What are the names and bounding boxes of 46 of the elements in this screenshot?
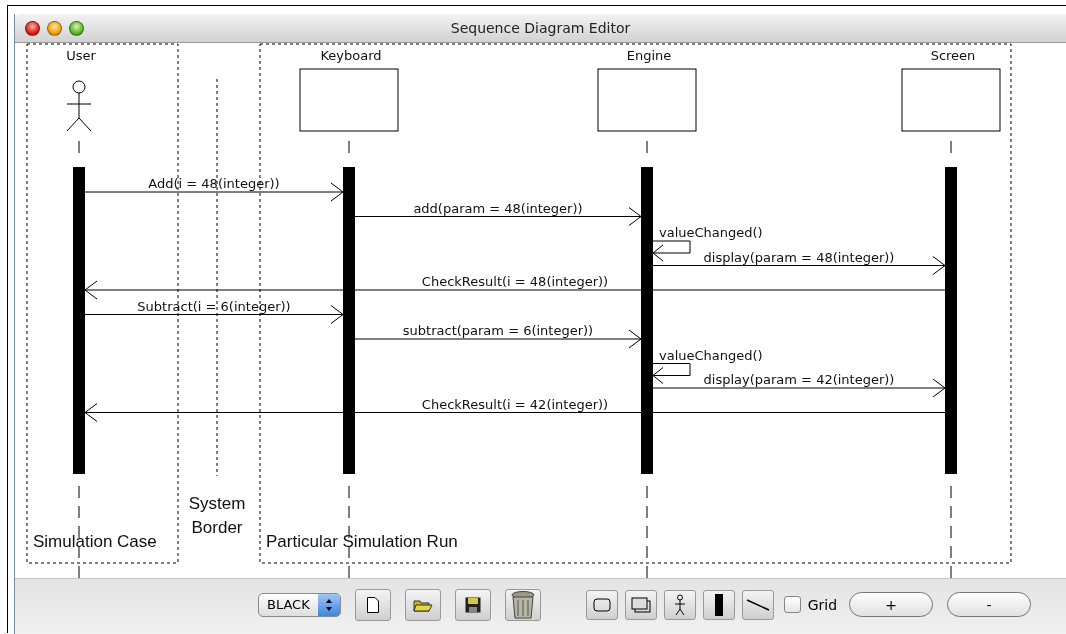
- message-label: CheckResult(i = 48(integer)): [421, 274, 609, 289]
- stacked-rectangles-icon: [630, 596, 651, 613]
- zoom-button[interactable]: [69, 20, 84, 36]
- rounded-rectangle-icon: [592, 597, 611, 612]
- lifeline-name: Keyboard: [320, 48, 382, 63]
- minimize-button[interactable]: [47, 20, 62, 36]
- grid-label: Grid: [807, 596, 838, 613]
- trash-can-icon: [509, 589, 536, 620]
- message-label: valueChanged(): [659, 225, 763, 240]
- lifeline-name: Engine: [626, 48, 672, 63]
- actor-tool-button[interactable]: [663, 589, 696, 620]
- message-label: Subtract(i = 6(integer)): [137, 298, 291, 314]
- zoom-in-button[interactable]: +: [849, 592, 934, 617]
- frame-label: Particular Simulation Run: [266, 532, 458, 551]
- document-icon: [366, 596, 379, 613]
- close-button[interactable]: [25, 20, 40, 36]
- lifeline-name: Screen: [930, 48, 976, 63]
- actor-icon: [66, 80, 92, 132]
- message-label: CheckResult(i = 42(integer)): [421, 396, 609, 412]
- activation-tool-button[interactable]: [702, 589, 735, 620]
- frame-label: Simulation Case: [33, 532, 157, 551]
- message-label: add(param = 48(integer)): [413, 200, 583, 216]
- rectangle-tool-button[interactable]: [585, 589, 618, 620]
- message-label: subtract(param = 6(integer)): [402, 323, 594, 338]
- diagonal-line-icon: [745, 598, 770, 611]
- message-label: display(param = 42(integer)): [703, 372, 895, 387]
- open-button[interactable]: [404, 588, 441, 621]
- stepper-icon: [324, 597, 333, 612]
- system-border-label: System Border: [188, 494, 246, 537]
- zoom-out-button[interactable]: -: [947, 592, 1032, 617]
- self-message-arrow: [652, 240, 691, 262]
- self-message-arrow: [652, 363, 691, 384]
- activation-bar-icon: [714, 593, 723, 616]
- message-label: display(param = 48(integer)): [703, 249, 895, 265]
- stick-figure-icon: [672, 593, 687, 616]
- save-button[interactable]: [454, 588, 491, 621]
- grid-checkbox[interactable]: [783, 596, 801, 613]
- lifeline-name: User: [66, 48, 96, 63]
- window-title: Sequence Diagram Editor: [450, 20, 631, 36]
- message-label: valueChanged(): [659, 347, 763, 363]
- stacked-object-tool-button[interactable]: [624, 589, 657, 620]
- line-tool-button[interactable]: [741, 589, 774, 620]
- new-file-button[interactable]: [354, 588, 391, 621]
- color-select[interactable]: BLACK: [258, 592, 341, 617]
- delete-button[interactable]: [504, 588, 541, 621]
- message-label: Add(i = 48(integer)): [148, 176, 280, 191]
